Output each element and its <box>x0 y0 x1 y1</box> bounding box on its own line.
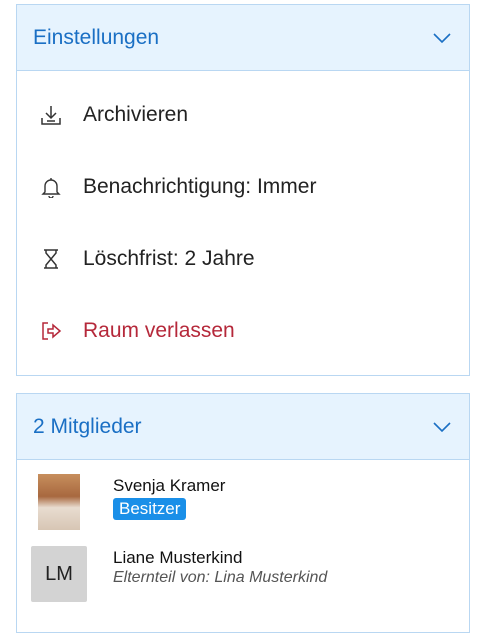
members-title: 2 Mitglieder <box>33 414 142 438</box>
bell-icon <box>39 175 63 199</box>
avatar <box>31 474 87 530</box>
download-icon <box>39 103 63 127</box>
exit-icon <box>39 319 63 343</box>
role-badge: Besitzer <box>113 498 187 520</box>
member-name: Svenja Kramer <box>113 476 226 495</box>
member-name: Liane Musterkind <box>113 548 243 567</box>
chevron-down-icon[interactable] <box>431 420 453 434</box>
deletion-period-item[interactable]: Löschfrist: 2 Jahre <box>17 235 469 283</box>
chevron-down-icon[interactable] <box>431 31 453 45</box>
member-subtitle: Elternteil von: Lina Musterkind <box>113 569 328 586</box>
leave-room-item[interactable]: Raum verlassen <box>17 307 469 355</box>
member-row[interactable]: Svenja Kramer Besitzer <box>31 474 225 530</box>
avatar-photo <box>38 474 80 530</box>
settings-title: Einstellungen <box>33 25 160 49</box>
members-panel: 2 Mitglieder Svenja Kramer Besitzer LM L… <box>16 393 470 633</box>
hourglass-icon <box>39 247 63 271</box>
notification-item[interactable]: Benachrichtigung: Immer <box>17 163 469 211</box>
members-header[interactable]: 2 Mitglieder <box>17 394 469 460</box>
leave-room-label: Raum verlassen <box>83 319 235 342</box>
avatar-initials: LM <box>31 546 87 602</box>
notification-label: Benachrichtigung: Immer <box>83 175 317 198</box>
settings-panel: Einstellungen Archivieren Benachrichtigu… <box>16 4 470 376</box>
settings-header[interactable]: Einstellungen <box>17 5 469 71</box>
member-row[interactable]: LM Liane Musterkind Elternteil von: Lina… <box>31 546 327 602</box>
archive-item[interactable]: Archivieren <box>17 91 469 139</box>
archive-label: Archivieren <box>83 103 189 126</box>
deletion-period-label: Löschfrist: 2 Jahre <box>83 247 255 270</box>
